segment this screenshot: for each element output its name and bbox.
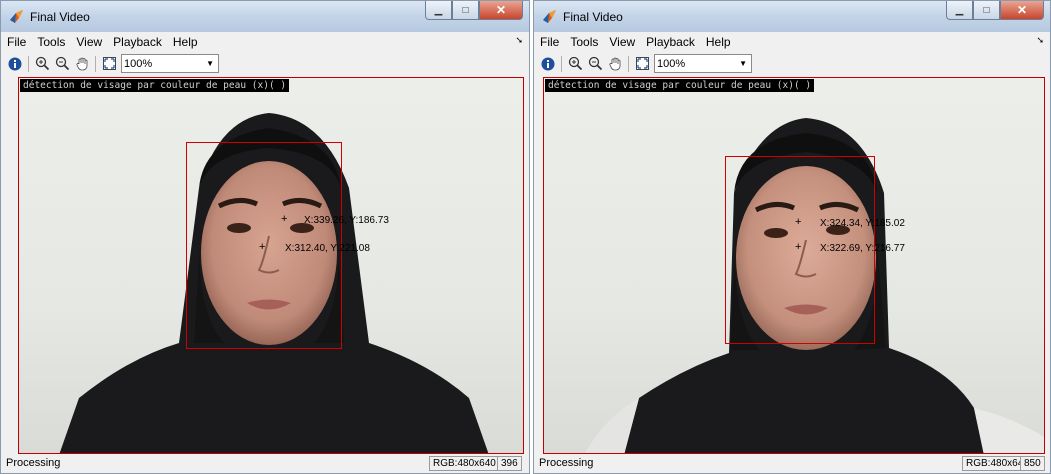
menu-playback[interactable]: Playback bbox=[646, 35, 695, 49]
fit-to-window-button[interactable] bbox=[632, 54, 652, 74]
detection-caption: détection de visage par couleur de peau … bbox=[20, 79, 290, 92]
frame-number: 850 bbox=[1020, 456, 1045, 471]
zoom-level-value: 100% bbox=[657, 57, 686, 70]
maximize-icon: □ bbox=[462, 4, 469, 16]
zoom-level-select[interactable]: 100% ▼ bbox=[654, 54, 752, 73]
menu-playback[interactable]: Playback bbox=[113, 35, 162, 49]
info-icon bbox=[541, 57, 555, 70]
menu-tools[interactable]: Tools bbox=[570, 35, 598, 49]
zoom-level-value: 100% bbox=[124, 57, 153, 70]
zoom-out-icon bbox=[588, 56, 602, 71]
menu-view[interactable]: View bbox=[609, 35, 635, 49]
status-text: Processing bbox=[6, 457, 61, 469]
toolbar-separator bbox=[561, 55, 562, 72]
menu-bar: File Tools View Playback Help ➘ bbox=[534, 32, 1050, 52]
zoom-level-select[interactable]: 100% ▼ bbox=[121, 54, 219, 73]
zoom-out-button[interactable] bbox=[52, 54, 72, 74]
menu-bar: File Tools View Playback Help ➘ bbox=[1, 32, 529, 52]
toolbar-separator bbox=[28, 55, 29, 72]
nose-point-marker: + bbox=[795, 241, 802, 253]
zoom-out-icon bbox=[55, 56, 69, 71]
dropdown-arrow-icon: ▼ bbox=[206, 59, 214, 68]
menu-file[interactable]: File bbox=[7, 35, 26, 49]
minimize-icon: ▁ bbox=[434, 4, 443, 16]
pan-hand-icon bbox=[609, 57, 620, 71]
nose-point-coordinates: X:322.69, Y:216.77 bbox=[820, 243, 905, 254]
title-bar[interactable]: Final Video ▁ □ ✕ bbox=[1, 1, 529, 32]
status-bar: Processing RGB:480x640 850 bbox=[534, 454, 1050, 473]
toolbar: 100% ▼ bbox=[1, 52, 529, 75]
minimize-button[interactable]: ▁ bbox=[946, 1, 973, 20]
menu-tools[interactable]: Tools bbox=[37, 35, 65, 49]
detection-caption: détection de visage par couleur de peau … bbox=[545, 79, 815, 92]
eye-point-marker: + bbox=[281, 213, 288, 225]
nose-point-coordinates: X:312.40, Y:221.08 bbox=[285, 243, 370, 254]
frame-number: 396 bbox=[497, 456, 522, 471]
minimize-icon: ▁ bbox=[955, 4, 964, 16]
zoom-in-icon bbox=[35, 56, 49, 71]
video-window-right: Final Video ▁ □ ✕ File Tools View Playba… bbox=[533, 0, 1051, 474]
eye-point-coordinates: X:324.34, Y:185.02 bbox=[820, 218, 905, 229]
close-button[interactable]: ✕ bbox=[479, 1, 523, 20]
info-icon bbox=[8, 57, 22, 70]
menu-help[interactable]: Help bbox=[706, 35, 731, 49]
video-frame: détection de visage par couleur de peau … bbox=[543, 77, 1045, 454]
fit-to-window-icon bbox=[102, 57, 116, 70]
dock-arrow-icon[interactable]: ➘ bbox=[1036, 35, 1044, 46]
menu-view[interactable]: View bbox=[76, 35, 102, 49]
maximize-button[interactable]: □ bbox=[973, 1, 1000, 20]
status-text: Processing bbox=[539, 457, 594, 469]
menu-file[interactable]: File bbox=[540, 35, 559, 49]
zoom-out-button[interactable] bbox=[585, 54, 605, 74]
zoom-in-icon bbox=[568, 56, 582, 71]
close-button[interactable]: ✕ bbox=[1000, 1, 1044, 20]
close-icon: ✕ bbox=[1016, 3, 1028, 17]
info-button[interactable] bbox=[5, 54, 25, 74]
image-format: RGB:480x640 bbox=[429, 456, 500, 471]
toolbar: 100% ▼ bbox=[534, 52, 1050, 75]
info-button[interactable] bbox=[538, 54, 558, 74]
toolbar-separator bbox=[95, 55, 96, 72]
nose-point-marker: + bbox=[259, 241, 266, 253]
maximize-button[interactable]: □ bbox=[452, 1, 479, 20]
zoom-in-button[interactable] bbox=[32, 54, 52, 74]
menu-help[interactable]: Help bbox=[173, 35, 198, 49]
eye-point-marker: + bbox=[795, 216, 802, 228]
toolbar-separator bbox=[628, 55, 629, 72]
matlab-logo-icon bbox=[10, 10, 23, 23]
eye-point-coordinates: X:339.26, Y:186.73 bbox=[304, 215, 389, 226]
dock-arrow-icon[interactable]: ➘ bbox=[515, 35, 523, 46]
pan-button[interactable] bbox=[605, 54, 625, 74]
window-title: Final Video bbox=[563, 10, 623, 24]
video-window-left: Final Video ▁ □ ✕ File Tools View Playba… bbox=[0, 0, 530, 474]
video-frame: détection de visage par couleur de peau … bbox=[18, 77, 524, 454]
zoom-in-button[interactable] bbox=[565, 54, 585, 74]
minimize-button[interactable]: ▁ bbox=[425, 1, 452, 20]
window-title: Final Video bbox=[30, 10, 90, 24]
pan-hand-icon bbox=[76, 57, 87, 71]
fit-to-window-icon bbox=[635, 57, 649, 70]
maximize-icon: □ bbox=[983, 4, 990, 16]
fit-to-window-button[interactable] bbox=[99, 54, 119, 74]
status-bar: Processing RGB:480x640 396 bbox=[1, 454, 529, 473]
close-icon: ✕ bbox=[495, 3, 507, 17]
dropdown-arrow-icon: ▼ bbox=[739, 59, 747, 68]
pan-button[interactable] bbox=[72, 54, 92, 74]
matlab-logo-icon bbox=[543, 10, 556, 23]
title-bar[interactable]: Final Video ▁ □ ✕ bbox=[534, 1, 1050, 32]
